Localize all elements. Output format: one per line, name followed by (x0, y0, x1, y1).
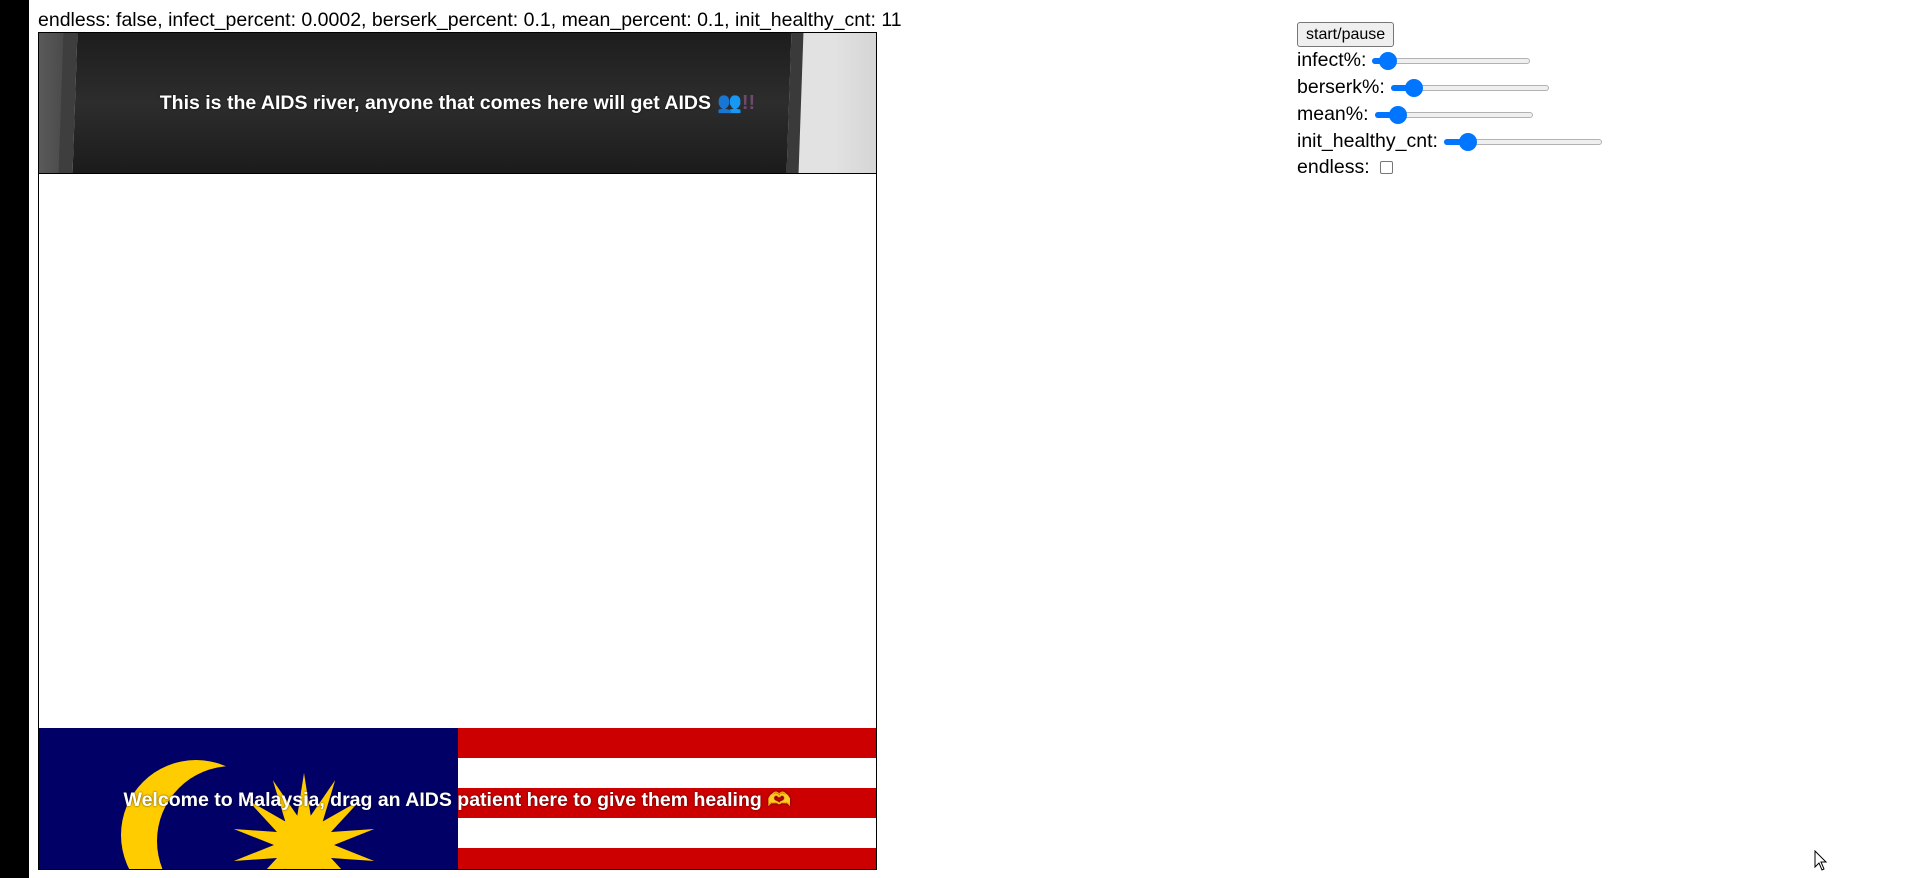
init-healthy-slider[interactable] (1443, 132, 1602, 152)
status-line: endless: false, infect_percent: 0.0002, … (38, 9, 902, 31)
slider-thumb[interactable] (1459, 132, 1478, 151)
sun-star-icon (233, 773, 375, 869)
mean-label: mean%: (1297, 103, 1369, 125)
berserk-slider[interactable] (1390, 78, 1549, 98)
river-caption-text: This is the AIDS river, anyone that come… (159, 92, 711, 114)
game-board[interactable]: This is the AIDS river, anyone that come… (38, 32, 877, 870)
start-pause-button[interactable]: start/pause (1297, 22, 1395, 47)
left-edge-bar (0, 0, 29, 878)
endless-checkbox[interactable] (1379, 161, 1393, 174)
river-emoji: 👥!! (716, 92, 756, 114)
river-caption: This is the AIDS river, anyone that come… (39, 90, 876, 115)
infect-slider[interactable] (1372, 51, 1531, 71)
malaysia-caption: Welcome to Malaysia, drag an AIDS patien… (123, 789, 792, 811)
aids-river-zone[interactable]: This is the AIDS river, anyone that come… (39, 33, 876, 174)
slider-thumb[interactable] (1404, 78, 1423, 97)
slider-thumb[interactable] (1388, 105, 1407, 124)
init-healthy-label: init_healthy_cnt: (1297, 130, 1438, 152)
slider-thumb[interactable] (1379, 51, 1398, 70)
infect-label: infect%: (1297, 49, 1367, 71)
malaysia-healing-zone[interactable]: Welcome to Malaysia, drag an AIDS patien… (39, 728, 876, 869)
endless-label: endless: (1297, 156, 1370, 178)
berserk-label: berserk%: (1297, 76, 1385, 98)
mouse-cursor-icon (1814, 850, 1828, 871)
mean-slider[interactable] (1374, 105, 1533, 125)
